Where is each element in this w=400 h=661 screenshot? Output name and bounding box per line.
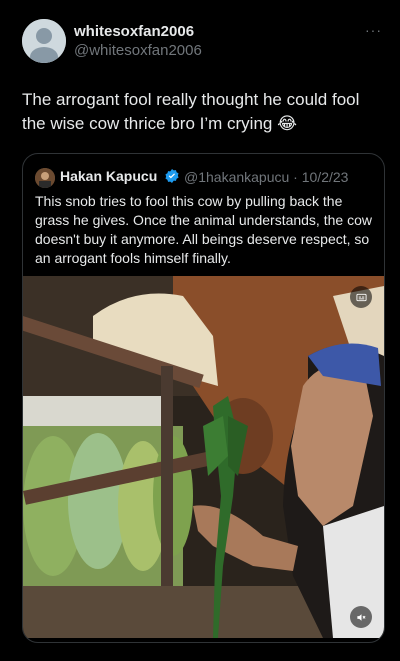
tweet: whitesoxfan2006 @whitesoxfan2006 ··· The… [0,0,400,661]
author-avatar[interactable] [22,19,66,63]
video-frame-cow-and-man [23,276,384,638]
caption-icon[interactable] [350,286,372,308]
quoted-author-name[interactable]: Hakan Kapucu [60,168,157,184]
caption-glyph [355,293,367,301]
author-name[interactable]: whitesoxfan2006 [74,23,194,40]
quoted-avatar-image [35,168,55,188]
speaker-muted-icon[interactable] [350,606,372,628]
more-options-icon[interactable]: ··· [365,22,382,38]
quoted-handle-date: @1hakankapucu · 10/2/23 [184,169,349,185]
quoted-tweet[interactable]: Hakan Kapucu @1hakankapucu · 10/2/23 Thi… [22,153,385,643]
default-user-icon [22,19,66,63]
tweet-text: The arrogant fool really thought he coul… [22,90,360,133]
quoted-author-avatar[interactable] [35,168,55,188]
quoted-video[interactable] [23,276,384,638]
author-handle[interactable]: @whitesoxfan2006 [74,42,202,59]
speaker-glyph [356,613,365,621]
verified-badge-icon [165,169,179,183]
quoted-tweet-text: This snob tries to fool this cow by pull… [35,193,372,266]
